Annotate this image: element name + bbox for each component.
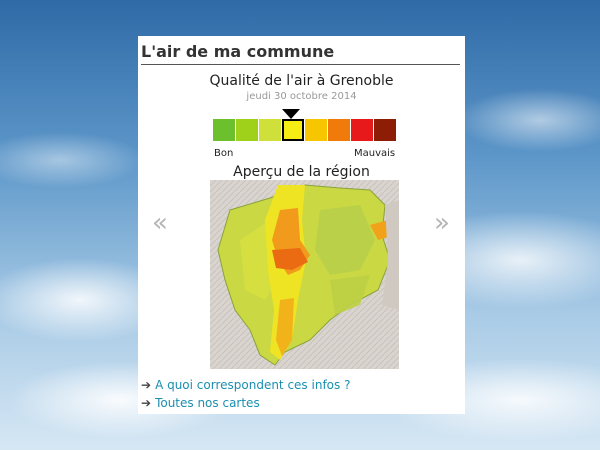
all-maps-link[interactable]: ➔ Toutes nos cartes [141,396,260,410]
arrow-right-icon: ➔ [141,378,152,392]
air-quality-widget: L'air de ma commune Qualité de l'air à G… [138,36,465,414]
scale-level-2 [236,119,258,141]
city-air-quality-title: Qualité de l'air à Grenoble [209,73,394,89]
region-map[interactable] [210,180,399,369]
scale-level-7 [351,119,373,141]
info-meaning-link[interactable]: ➔ A quoi correspondent ces infos ? [141,378,350,392]
previous-map-button[interactable]: « [152,208,168,238]
scale-label-good: Bon [214,148,234,159]
double-chevron-right-icon: » [434,208,450,238]
scale-level-4 [282,119,304,141]
scale-label-bad: Mauvais [354,148,396,159]
next-map-button[interactable]: » [434,208,450,238]
current-level-marker-icon [282,109,300,119]
region-map-image [210,180,399,369]
widget-title: L'air de ma commune [141,42,460,65]
scale-level-5 [305,119,327,141]
region-overview-title: Aperçu de la région [233,164,370,180]
scale-level-3 [259,119,281,141]
arrow-right-icon: ➔ [141,396,152,410]
scale-level-8 [374,119,396,141]
all-maps-link-label: Toutes nos cartes [155,396,260,410]
date-label: jeudi 30 octobre 2014 [246,91,357,102]
scale-level-6 [328,119,350,141]
info-meaning-link-label: A quoi correspondent ces infos ? [155,378,351,392]
double-chevron-left-icon: « [152,208,168,238]
scale-level-1 [213,119,235,141]
